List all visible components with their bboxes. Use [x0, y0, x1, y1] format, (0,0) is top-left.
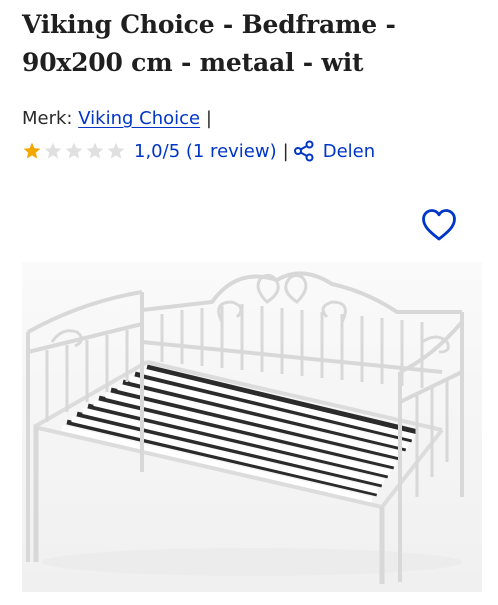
star-filled-icon: [23, 142, 41, 159]
share-icon: [293, 140, 314, 162]
bedframe-illustration: [22, 262, 482, 592]
star-empty-icon: [86, 142, 104, 159]
star-empty-icon: [44, 142, 62, 159]
brand-separator: |: [205, 108, 212, 129]
rating-separator: |: [282, 140, 289, 162]
heart-icon[interactable]: [421, 208, 457, 242]
product-title: Viking Choice - Bedframe - 90x200 cm - m…: [22, 10, 396, 77]
star-empty-icon: [65, 142, 83, 159]
brand-row: Merk: Viking Choice |: [22, 106, 212, 132]
rating-reviews-link[interactable]: 1,0/5 (1 review): [134, 141, 277, 162]
star-rating: [22, 141, 126, 161]
product-image[interactable]: [22, 262, 482, 592]
rating-row: 1,0/5 (1 review) | Delen: [22, 138, 375, 164]
brand-link[interactable]: Viking Choice: [78, 108, 200, 129]
share-label: Delen: [322, 140, 376, 162]
star-empty-icon: [107, 142, 125, 159]
brand-label: Merk:: [22, 108, 73, 129]
share-button[interactable]: Delen: [293, 140, 375, 162]
